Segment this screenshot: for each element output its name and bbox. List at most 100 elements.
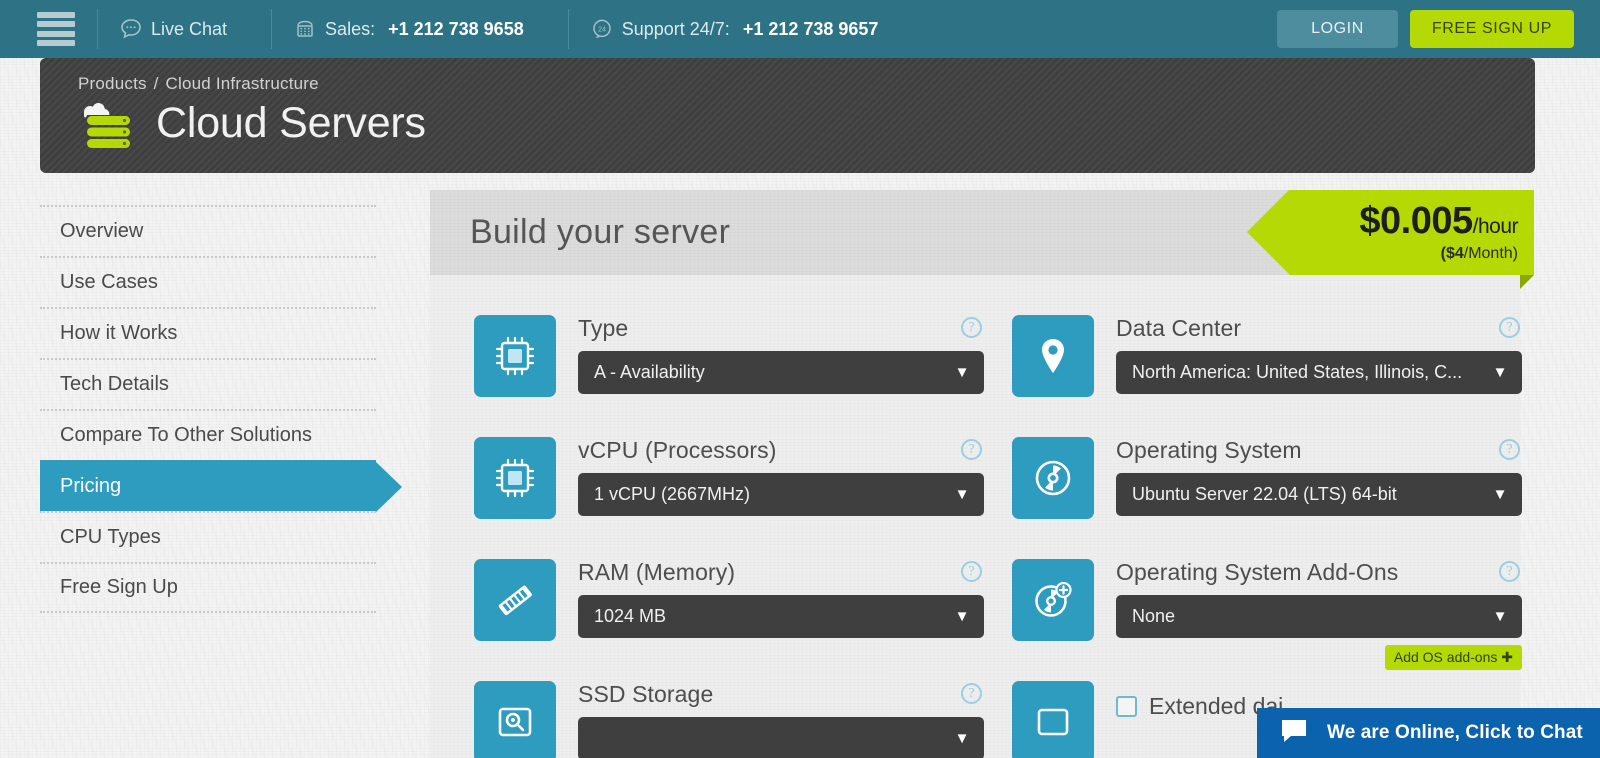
operating-system-select[interactable]: Ubuntu Server 22.04 (LTS) 64-bit ▼ <box>1116 473 1522 516</box>
field-body: Operating System ? Ubuntu Server 22.04 (… <box>1116 437 1522 516</box>
live-chat-link[interactable]: Live Chat <box>98 0 249 58</box>
field-data-center: Data Center ? North America: United Stat… <box>1012 315 1522 397</box>
support-label: Support 24/7: <box>621 18 730 39</box>
free-signup-button[interactable]: FREE SIGN UP <box>1409 10 1574 48</box>
help-icon[interactable]: ? <box>961 683 982 704</box>
price-ribbon: $0.005/hour ($4/Month) <box>1247 190 1534 289</box>
field-os-addons: Operating System Add-Ons ? None ▼ Add OS… <box>1012 559 1522 670</box>
field-body: vCPU (Processors) ? 1 vCPU (2667MHz) ▼ <box>578 437 984 516</box>
chevron-down-icon: ▼ <box>1492 608 1508 625</box>
telephone-icon <box>294 18 316 40</box>
breadcrumb-cloud-infrastructure[interactable]: Cloud Infrastructure <box>166 74 319 93</box>
help-icon[interactable]: ? <box>961 561 982 582</box>
field-ram: RAM (Memory) ? 1024 MB ▼ <box>474 559 984 641</box>
type-select[interactable]: A - Availability ▼ <box>578 351 984 394</box>
page-title: Cloud Servers <box>156 98 426 147</box>
help-icon[interactable]: ? <box>961 439 982 460</box>
add-os-addons-button[interactable]: Add OS add-ons ✚ <box>1384 645 1522 670</box>
build-server-panel: Build your server $0.005/hour ($4/Month)… <box>430 190 1534 758</box>
top-bar: Live Chat Sales: +1 212 738 9658 24 Supp… <box>0 0 1600 58</box>
sales-label: Sales: <box>325 18 376 39</box>
sidebar-item-free-sign-up[interactable]: Free Sign Up <box>40 562 376 613</box>
sidebar-item-label: Compare To Other Solutions <box>60 424 312 446</box>
select-value: North America: United States, Illinois, … <box>1132 362 1463 382</box>
ram-select[interactable]: 1024 MB ▼ <box>578 595 984 638</box>
support-phone[interactable]: 24 Support 24/7: +1 212 738 9657 <box>569 0 901 58</box>
svg-text:24: 24 <box>598 25 606 34</box>
field-body: SSD Storage ? ▼ <box>578 681 984 758</box>
select-value: Ubuntu Server 22.04 (LTS) 64-bit <box>1132 484 1397 504</box>
sidebar-item-pricing[interactable]: Pricing <box>40 460 402 512</box>
sidebar-item-cpu-types[interactable]: CPU Types <box>40 511 376 562</box>
help-icon[interactable]: ? <box>1499 317 1520 338</box>
sidebar-item-use-cases[interactable]: Use Cases <box>40 256 376 307</box>
chevron-down-icon: ▼ <box>1492 364 1508 381</box>
support-number: +1 212 738 9657 <box>742 18 879 39</box>
sidebar-item-compare-to-other-solutions[interactable]: Compare To Other Solutions <box>40 409 376 460</box>
sidebar-item-label: Pricing <box>60 475 122 497</box>
vcpu-select[interactable]: 1 vCPU (2667MHz) ▼ <box>578 473 984 516</box>
price-monthly-amount: ($4 <box>1440 245 1464 262</box>
map-pin-icon <box>1012 315 1094 397</box>
field-label: RAM (Memory) <box>578 559 736 585</box>
ram-stick-icon <box>474 559 556 641</box>
sales-phone[interactable]: Sales: +1 212 738 9658 <box>272 0 546 58</box>
chevron-down-icon: ▼ <box>954 608 970 625</box>
field-vcpu: vCPU (Processors) ? 1 vCPU (2667MHz) ▼ <box>474 437 984 519</box>
select-value: 1 vCPU (2667MHz) <box>594 484 751 504</box>
chat-bubble-icon <box>120 18 142 40</box>
help-icon[interactable]: ? <box>1499 439 1520 460</box>
sidebar-item-label: Overview <box>60 220 144 242</box>
chat-widget-label: We are Online, Click to Chat <box>1327 722 1583 743</box>
extended-backup-checkbox[interactable] <box>1116 696 1137 717</box>
cloud-server-icon <box>78 98 140 148</box>
panel-title: Build your server <box>470 213 731 251</box>
hamburger-icon[interactable] <box>37 11 75 47</box>
sidebar-item-how-it-works[interactable]: How it Works <box>40 307 376 358</box>
disc-icon <box>1012 437 1094 519</box>
select-value: None <box>1132 606 1176 626</box>
sidebar-nav: Overview Use Cases How it Works Tech Det… <box>40 205 402 613</box>
field-label: SSD Storage <box>578 681 714 707</box>
sidebar-item-label: Tech Details <box>60 373 169 395</box>
field-label: Operating System Add-Ons <box>1116 559 1399 585</box>
sidebar-item-label: Free Sign Up <box>60 576 178 598</box>
login-button[interactable]: LOGIN <box>1277 10 1398 48</box>
ssd-storage-select[interactable]: ▼ <box>578 717 984 758</box>
field-body: Operating System Add-Ons ? None ▼ Add OS… <box>1116 559 1522 670</box>
field-label: Data Center <box>1116 315 1242 341</box>
form-column-left: Type ? A - Availability ▼ vCPU (Processo… <box>474 315 984 758</box>
field-body: Data Center ? North America: United Stat… <box>1116 315 1522 394</box>
sidebar-item-label: Use Cases <box>60 271 158 293</box>
panel-header: Build your server $0.005/hour ($4/Month) <box>430 190 1534 289</box>
hard-disk-icon <box>474 681 556 758</box>
cpu-chip-icon <box>474 315 556 397</box>
live-chat-widget[interactable]: We are Online, Click to Chat <box>1257 708 1600 758</box>
help-icon[interactable]: ? <box>961 317 982 338</box>
cpu-chip-icon <box>474 437 556 519</box>
support-24-icon: 24 <box>591 18 613 40</box>
data-center-select[interactable]: North America: United States, Illinois, … <box>1116 351 1522 394</box>
chat-bubble-icon <box>1279 718 1309 749</box>
sidebar-item-label: How it Works <box>60 322 178 344</box>
field-label: Type <box>578 315 629 341</box>
breadcrumb: Products / Cloud Infrastructure <box>78 74 1535 94</box>
breadcrumb-products[interactable]: Products <box>78 74 147 93</box>
field-operating-system: Operating System ? Ubuntu Server 22.04 (… <box>1012 437 1522 519</box>
backup-icon <box>1012 681 1094 758</box>
form-column-right: Data Center ? North America: United Stat… <box>1012 315 1522 758</box>
live-chat-label: Live Chat <box>151 18 228 39</box>
field-ssd-storage: SSD Storage ? ▼ <box>474 681 984 758</box>
os-addons-select[interactable]: None ▼ <box>1116 595 1522 638</box>
disc-plus-icon <box>1012 559 1094 641</box>
price-monthly-unit: /Month) <box>1463 245 1518 262</box>
chevron-down-icon: ▼ <box>954 364 970 381</box>
select-value: A - Availability <box>594 362 705 382</box>
price-monthly: ($4/Month) <box>1441 245 1518 263</box>
chevron-down-icon: ▼ <box>1492 486 1508 503</box>
price-unit: /hour <box>1472 215 1519 238</box>
chevron-down-icon: ▼ <box>954 486 970 503</box>
sidebar-item-overview[interactable]: Overview <box>40 205 376 256</box>
sidebar-item-tech-details[interactable]: Tech Details <box>40 358 376 409</box>
help-icon[interactable]: ? <box>1499 561 1520 582</box>
